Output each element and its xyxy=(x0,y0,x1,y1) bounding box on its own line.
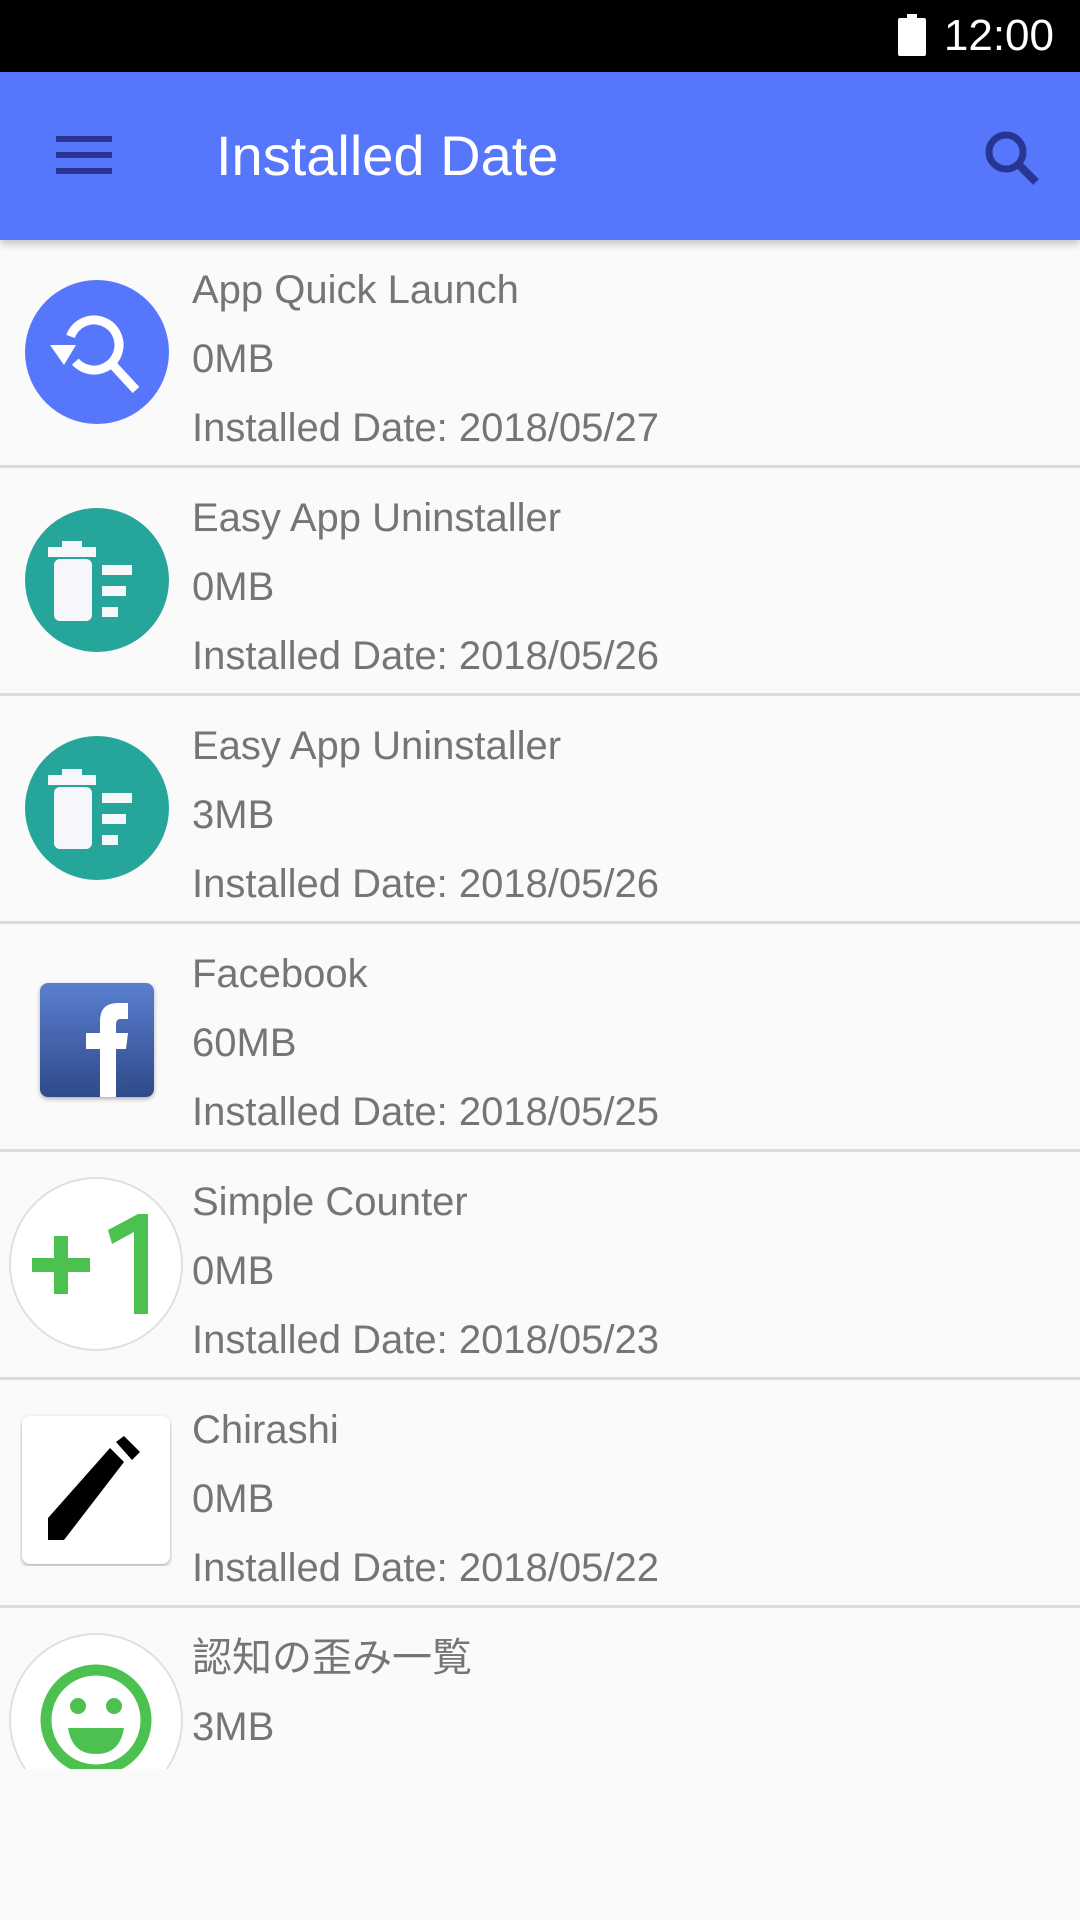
easy-app-uninstaller-icon xyxy=(24,735,170,881)
installed-date: Installed Date: 2018/05/26 xyxy=(192,862,660,906)
app-size: 0MB xyxy=(192,1477,275,1521)
hamburger-menu-icon xyxy=(56,134,112,179)
menu-button[interactable] xyxy=(40,116,128,196)
simple-counter-icon xyxy=(8,1176,184,1352)
easy-app-uninstaller-icon xyxy=(24,507,170,653)
list-item[interactable]: Chirashi 0MB Installed Date: 2018/05/22 xyxy=(0,1380,1080,1608)
app-name: App Quick Launch xyxy=(192,268,519,312)
search-icon xyxy=(982,128,1042,193)
installed-date: Installed Date: 2018/05/25 xyxy=(192,1090,660,1134)
smiley-face-icon xyxy=(8,1632,184,1769)
app-bar: Installed Date xyxy=(0,72,1080,240)
list-item[interactable]: Easy App Uninstaller 3MB Installed Date:… xyxy=(0,696,1080,924)
facebook-icon xyxy=(24,963,170,1109)
list-item[interactable]: Facebook 60MB Installed Date: 2018/05/25 xyxy=(0,924,1080,1152)
list-item[interactable]: Simple Counter 0MB Installed Date: 2018/… xyxy=(0,1152,1080,1380)
app-name: Easy App Uninstaller xyxy=(192,496,562,540)
app-size: 3MB xyxy=(192,1705,275,1749)
app-size: 0MB xyxy=(192,1249,275,1293)
list-item[interactable]: Easy App Uninstaller 0MB Installed Date:… xyxy=(0,468,1080,696)
status-time: 12:00 xyxy=(943,11,1054,60)
app-size: 0MB xyxy=(192,565,275,609)
list-item[interactable]: 認知の歪み一覧 3MB xyxy=(0,1608,1080,1769)
app-name: 認知の歪み一覧 xyxy=(192,1636,472,1680)
app-size: 60MB xyxy=(192,1021,297,1065)
app-quick-launch-icon xyxy=(24,279,170,425)
battery-full-icon xyxy=(898,14,926,56)
app-name: Facebook xyxy=(192,952,368,996)
app-size: 3MB xyxy=(192,793,275,837)
status-bar: 12:00 xyxy=(0,0,1080,72)
installed-date: Installed Date: 2018/05/22 xyxy=(192,1546,660,1590)
installed-date: Installed Date: 2018/05/26 xyxy=(192,634,660,678)
app-size: 0MB xyxy=(192,337,275,381)
installed-date: Installed Date: 2018/05/23 xyxy=(192,1318,660,1362)
installed-date: Installed Date: 2018/05/27 xyxy=(192,406,660,450)
search-button[interactable] xyxy=(964,112,1060,208)
app-name: Chirashi xyxy=(192,1408,339,1452)
app-name: Simple Counter xyxy=(192,1180,468,1224)
pencil-icon xyxy=(20,1414,172,1566)
app-name: Easy App Uninstaller xyxy=(192,724,562,768)
app-list[interactable]: App Quick Launch 0MB Installed Date: 201… xyxy=(0,240,1080,1769)
page-title: Installed Date xyxy=(216,124,559,187)
list-item[interactable]: App Quick Launch 0MB Installed Date: 201… xyxy=(0,240,1080,468)
